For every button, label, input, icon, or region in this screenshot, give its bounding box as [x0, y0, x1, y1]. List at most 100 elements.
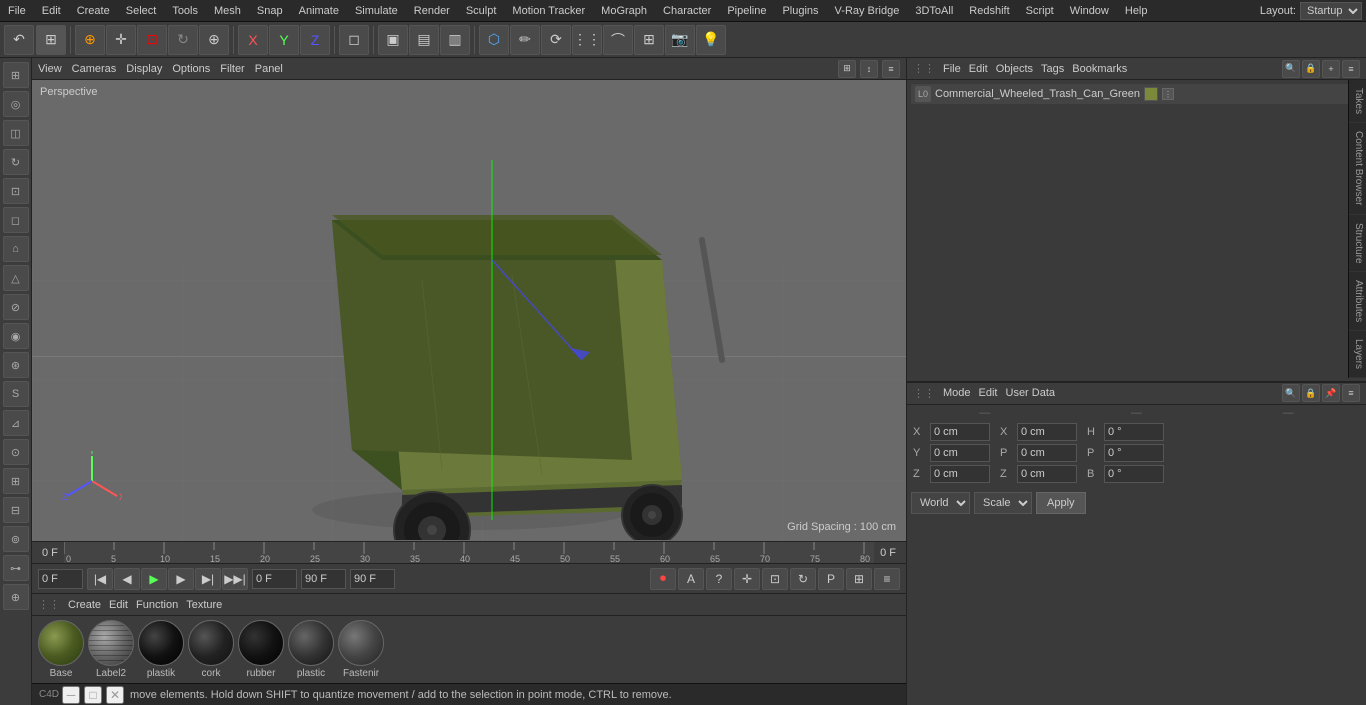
- attr-userdata-menu[interactable]: User Data: [1006, 387, 1056, 399]
- next-key-button[interactable]: ▶|: [195, 568, 221, 590]
- coord-h-input[interactable]: [1104, 423, 1164, 441]
- attr-search[interactable]: 🔍: [1282, 384, 1300, 402]
- material-item-base[interactable]: Base: [38, 620, 84, 679]
- sidebar-btn-18[interactable]: ⊶: [3, 555, 29, 581]
- vtab-attributes[interactable]: Attributes: [1349, 272, 1366, 331]
- viewport-maximize[interactable]: ⊞: [838, 60, 856, 78]
- scale-select[interactable]: Scale: [974, 492, 1032, 514]
- play-button[interactable]: ▶: [141, 568, 167, 590]
- obj-file-menu[interactable]: File: [943, 63, 961, 75]
- menu-plugins[interactable]: Plugins: [774, 3, 826, 19]
- key-extra-button[interactable]: ≡: [874, 568, 900, 590]
- sidebar-btn-14[interactable]: ⊙: [3, 439, 29, 465]
- status-maximize[interactable]: □: [84, 686, 102, 704]
- menu-snap[interactable]: Snap: [249, 3, 291, 19]
- cube-button[interactable]: ⬡: [479, 25, 509, 55]
- filter-menu[interactable]: Filter: [220, 63, 244, 75]
- menu-simulate[interactable]: Simulate: [347, 3, 406, 19]
- render-view-button[interactable]: ▤: [409, 25, 439, 55]
- sidebar-btn-2[interactable]: ◎: [3, 91, 29, 117]
- viewport-settings[interactable]: ≡: [882, 60, 900, 78]
- sidebar-btn-6[interactable]: ◻: [3, 207, 29, 233]
- menu-animate[interactable]: Animate: [291, 3, 347, 19]
- menu-script[interactable]: Script: [1018, 3, 1062, 19]
- coord-y-pos-input[interactable]: [930, 444, 990, 462]
- coord-p-input[interactable]: [1017, 444, 1077, 462]
- material-item-cork[interactable]: cork: [188, 620, 234, 679]
- light-button[interactable]: 💡: [696, 25, 726, 55]
- object-mode-button[interactable]: ◻: [339, 25, 369, 55]
- view-menu[interactable]: View: [38, 63, 62, 75]
- redo-button[interactable]: ⊞: [36, 25, 66, 55]
- objects-lock[interactable]: 🔒: [1302, 60, 1320, 78]
- jump-end-button[interactable]: ▶▶|: [222, 568, 248, 590]
- object-item-dots[interactable]: ⋮: [1162, 88, 1174, 100]
- menu-pipeline[interactable]: Pipeline: [719, 3, 774, 19]
- menu-edit[interactable]: Edit: [34, 3, 69, 19]
- display-menu[interactable]: Display: [126, 63, 162, 75]
- sidebar-btn-7[interactable]: ⌂: [3, 236, 29, 262]
- material-item-fastenir[interactable]: Fastenir: [338, 620, 384, 679]
- material-item-label2[interactable]: Label2: [88, 620, 134, 679]
- menu-render[interactable]: Render: [406, 3, 458, 19]
- camera-button[interactable]: 📷: [665, 25, 695, 55]
- objects-add[interactable]: +: [1322, 60, 1340, 78]
- obj-bookmarks-menu[interactable]: Bookmarks: [1072, 63, 1127, 75]
- loop-button[interactable]: ⟳: [541, 25, 571, 55]
- layout-dropdown[interactable]: Startup: [1300, 2, 1362, 20]
- y-axis-button[interactable]: Y: [269, 25, 299, 55]
- sidebar-btn-1[interactable]: ⊞: [3, 62, 29, 88]
- status-minimize[interactable]: ─: [62, 686, 80, 704]
- end-frame-input-1[interactable]: [301, 569, 346, 589]
- attr-lock[interactable]: 🔒: [1302, 384, 1320, 402]
- material-texture-menu[interactable]: Texture: [186, 599, 222, 611]
- menu-redshift[interactable]: Redshift: [961, 3, 1017, 19]
- world-select[interactable]: World: [911, 492, 970, 514]
- panel-menu[interactable]: Panel: [255, 63, 283, 75]
- object-item-color-swatch[interactable]: [1144, 87, 1158, 101]
- menu-character[interactable]: Character: [655, 3, 719, 19]
- menu-create[interactable]: Create: [69, 3, 118, 19]
- sidebar-btn-16[interactable]: ⊟: [3, 497, 29, 523]
- sidebar-btn-9[interactable]: ⊘: [3, 294, 29, 320]
- coord-x-rot-input[interactable]: [1017, 423, 1077, 441]
- record-button[interactable]: ⏺: [650, 568, 676, 590]
- transform-button[interactable]: ⊕: [199, 25, 229, 55]
- end-frame-input-2[interactable]: [350, 569, 395, 589]
- sidebar-btn-17[interactable]: ⊚: [3, 526, 29, 552]
- rotate-button[interactable]: ↻: [168, 25, 198, 55]
- sidebar-btn-19[interactable]: ⊕: [3, 584, 29, 610]
- attr-edit-menu[interactable]: Edit: [979, 387, 998, 399]
- coord-x-pos-input[interactable]: [930, 423, 990, 441]
- current-frame-input[interactable]: [252, 569, 297, 589]
- menu-mograph[interactable]: MoGraph: [593, 3, 655, 19]
- obj-edit-menu[interactable]: Edit: [969, 63, 988, 75]
- vtab-layers[interactable]: Layers: [1349, 331, 1366, 378]
- grid-button[interactable]: ⊞: [634, 25, 664, 55]
- sidebar-btn-3[interactable]: ◫: [3, 120, 29, 146]
- attr-settings[interactable]: ≡: [1342, 384, 1360, 402]
- sidebar-btn-4[interactable]: ↻: [3, 149, 29, 175]
- sidebar-btn-10[interactable]: ◉: [3, 323, 29, 349]
- sidebar-btn-13[interactable]: ⊿: [3, 410, 29, 436]
- z-axis-button[interactable]: Z: [300, 25, 330, 55]
- render-region-button[interactable]: ▣: [378, 25, 408, 55]
- rotate-key-button[interactable]: ↻: [790, 568, 816, 590]
- scale-key-button[interactable]: ⊡: [762, 568, 788, 590]
- obj-tags-menu[interactable]: Tags: [1041, 63, 1064, 75]
- pen-button[interactable]: ✏: [510, 25, 540, 55]
- menu-vray[interactable]: V-Ray Bridge: [827, 3, 908, 19]
- render-picture-button[interactable]: ▥: [440, 25, 470, 55]
- sidebar-btn-15[interactable]: ⊞: [3, 468, 29, 494]
- material-item-plastic[interactable]: plastic: [288, 620, 334, 679]
- attr-mode-menu[interactable]: Mode: [943, 387, 971, 399]
- menu-help[interactable]: Help: [1117, 3, 1156, 19]
- material-item-plastik[interactable]: plastik: [138, 620, 184, 679]
- status-close[interactable]: ✕: [106, 686, 124, 704]
- viewport-fullscreen[interactable]: ↕: [860, 60, 878, 78]
- start-frame-input[interactable]: [38, 569, 83, 589]
- next-frame-button[interactable]: ▶: [168, 568, 194, 590]
- move-button[interactable]: ✛: [106, 25, 136, 55]
- menu-sculpt[interactable]: Sculpt: [458, 3, 505, 19]
- sidebar-btn-8[interactable]: △: [3, 265, 29, 291]
